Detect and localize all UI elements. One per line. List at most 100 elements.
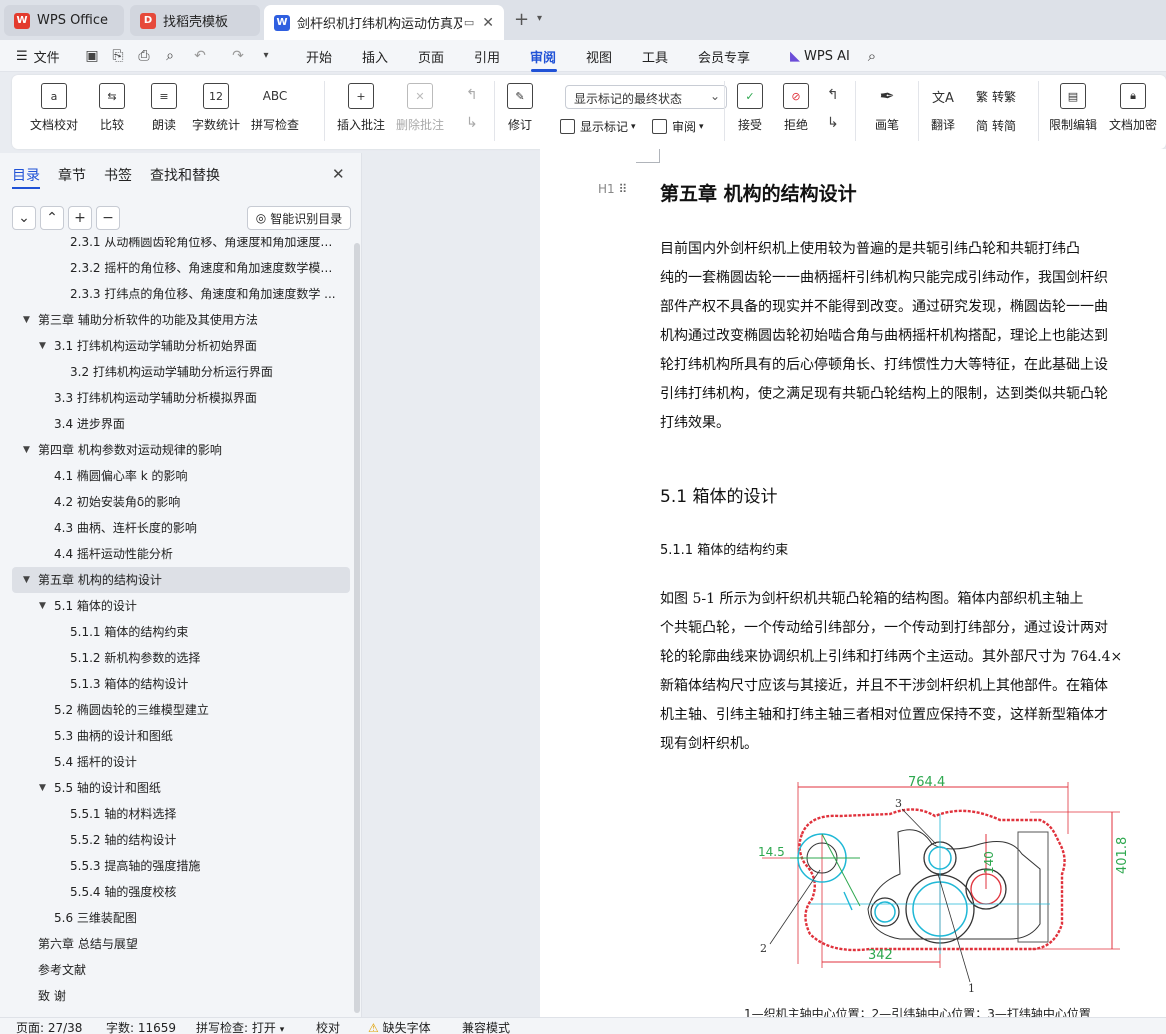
toc-item[interactable]: 3.1 打纬机构运动学辅助分析初始界面 — [54, 333, 342, 359]
next-comment-icon[interactable]: ↳ — [466, 115, 478, 131]
toc-item[interactable]: 4.2 初始安装角δ的影响 — [54, 489, 342, 515]
toc-item[interactable]: 5.5.3 提高轴的强度措施 — [70, 853, 342, 879]
expand-toggle-icon[interactable]: ▼ — [23, 437, 30, 463]
toc-item[interactable]: 5.6 三维装配图 — [54, 905, 342, 931]
export-icon[interactable]: ⎘ — [110, 48, 126, 64]
doc-check-button[interactable]: a 文档校对 — [30, 83, 78, 133]
menu-member[interactable]: 会员专享 — [698, 46, 750, 66]
toc-scrollbar[interactable] — [354, 243, 360, 1013]
toc-item[interactable]: 第五章 机构的结构设计 — [12, 567, 350, 593]
monitor-icon[interactable]: ▭ — [464, 16, 474, 29]
save-icon[interactable]: ▣ — [84, 48, 100, 64]
toc-item[interactable]: 2.3.2 摇杆的角位移、角速度和角加速度数学模型 ... — [70, 255, 342, 281]
toc-item[interactable]: 第六章 总结与展望 — [38, 931, 342, 957]
toc-item[interactable]: 参考文献 — [38, 957, 342, 983]
print-preview-icon[interactable]: ⌕ — [162, 48, 178, 64]
accept-button[interactable]: ✓ 接受 — [737, 83, 763, 133]
expand-toggle-icon[interactable]: ▼ — [23, 307, 30, 333]
previous-change-icon[interactable]: ↰ — [827, 87, 839, 103]
toc-item[interactable]: 5.1 箱体的设计 — [54, 593, 342, 619]
toc-item[interactable]: 5.5.4 轴的强度校核 — [70, 879, 342, 905]
smart-toc-button[interactable]: ◎ 智能识别目录 — [247, 206, 351, 230]
translate-button[interactable]: 文A 翻译 — [930, 83, 956, 133]
file-menu[interactable]: ☰ 文件 — [16, 46, 60, 66]
pen-button[interactable]: ✒ 画笔 — [874, 83, 900, 133]
remove-heading-button[interactable]: − — [96, 206, 120, 230]
insert-comment-button[interactable]: + 插入批注 — [337, 83, 385, 133]
tab-wps-office[interactable]: W WPS Office — [4, 5, 124, 36]
toc-item[interactable]: 5.1.1 箱体的结构约束 — [70, 619, 342, 645]
page-indicator[interactable]: 页面: 27/38 — [16, 1019, 82, 1034]
menu-insert[interactable]: 插入 — [362, 46, 388, 66]
word-count-indicator[interactable]: 字数: 11659 — [106, 1019, 176, 1034]
chevron-down-icon[interactable]: ▾ — [537, 13, 542, 24]
expand-toggle-icon[interactable]: ▼ — [23, 567, 30, 593]
toc-item[interactable]: 3.4 进步界面 — [54, 411, 342, 437]
print-icon[interactable]: ⎙ — [136, 48, 152, 64]
to-traditional-button[interactable]: 繁 转繁 — [976, 88, 1016, 105]
toc-item[interactable]: 5.5 轴的设计和图纸 — [54, 775, 342, 801]
toc-item[interactable]: 第三章 辅助分析软件的功能及其使用方法 — [38, 307, 342, 333]
nav-tab-toc[interactable]: 目录 — [12, 165, 40, 185]
nav-tab-sections[interactable]: 章节 — [58, 165, 86, 185]
next-change-icon[interactable]: ↳ — [827, 115, 839, 131]
read-aloud-button[interactable]: ≡ 朗读 — [151, 83, 177, 133]
restrict-edit-button[interactable]: ▤ 限制编辑 — [1049, 83, 1097, 133]
add-heading-button[interactable]: + — [68, 206, 92, 230]
menu-tools[interactable]: 工具 — [642, 46, 668, 66]
to-simplified-button[interactable]: 简 转简 — [976, 117, 1016, 134]
document-page[interactable]: H1 ⠿ 第五章 机构的结构设计 目前国内外剑杆织机上使用较为普遍的是共轭引纬凸… — [540, 149, 1166, 1017]
compare-button[interactable]: ⇆ 比较 — [99, 83, 125, 133]
menu-references[interactable]: 引用 — [474, 46, 500, 66]
wps-ai-button[interactable]: ◣ WPS AI — [790, 46, 850, 66]
nav-tab-bookmarks[interactable]: 书签 — [104, 165, 132, 185]
show-markup-button[interactable]: 显示标记 ▾ — [560, 118, 636, 135]
toc-item[interactable]: 5.3 曲柄的设计和图纸 — [54, 723, 342, 749]
toc-item[interactable]: 5.5.2 轴的结构设计 — [70, 827, 342, 853]
close-pane-icon[interactable]: ✕ — [332, 165, 345, 183]
toc-item[interactable]: 致 谢 — [38, 983, 342, 1009]
markup-state-select[interactable]: 显示标记的最终状态 ⌄ — [565, 85, 727, 109]
toc-item[interactable]: 第四章 机构参数对运动规律的影响 — [38, 437, 342, 463]
compat-mode-status[interactable]: 兼容模式 — [462, 1019, 510, 1034]
search-icon[interactable]: ⌕ — [864, 48, 880, 64]
review-pane-button[interactable]: 审阅 ▾ — [652, 118, 704, 135]
revise-button[interactable]: ✎ 修订 — [507, 83, 533, 133]
menu-view[interactable]: 视图 — [586, 46, 612, 66]
tab-current-document[interactable]: W 剑杆织机打纬机构运动仿真及 ▭ ✕ — [264, 5, 504, 40]
toc-item[interactable]: 3.3 打纬机构运动学辅助分析模拟界面 — [54, 385, 342, 411]
collapse-up-button[interactable]: ⌃ — [40, 206, 64, 230]
toc-item[interactable]: 5.1.3 箱体的结构设计 — [70, 671, 342, 697]
toc-item[interactable]: 2.3.1 从动椭圆齿轮角位移、角速度和角加速度数学模型 — [70, 237, 342, 255]
toc-item[interactable]: 5.5.1 轴的材料选择 — [70, 801, 342, 827]
toc-item[interactable]: 5.2 椭圆齿轮的三维模型建立 — [54, 697, 342, 723]
menu-page[interactable]: 页面 — [418, 46, 444, 66]
proof-status[interactable]: 校对 — [316, 1019, 340, 1034]
customize-chevron-icon[interactable]: ▾ — [258, 48, 274, 64]
toc-item[interactable]: 4.4 摇杆运动性能分析 — [54, 541, 342, 567]
previous-comment-icon[interactable]: ↰ — [466, 87, 478, 103]
expand-toggle-icon[interactable]: ▼ — [39, 593, 46, 619]
expand-toggle-icon[interactable]: ▼ — [39, 333, 46, 359]
close-tab-icon[interactable]: ✕ — [482, 15, 494, 31]
word-count-button[interactable]: 12 字数统计 — [192, 83, 240, 133]
toc-item[interactable]: 4.1 椭圆偏心率 k 的影响 — [54, 463, 342, 489]
undo-icon[interactable]: ↶ — [192, 48, 208, 64]
tab-docer-templates[interactable]: D 找稻壳模板 — [130, 5, 260, 36]
encrypt-button[interactable]: 🔒︎ 文档加密 — [1109, 83, 1157, 133]
new-tab-icon[interactable]: + — [514, 9, 529, 30]
spell-check-button[interactable]: ABC 拼写检查 — [251, 83, 299, 133]
menu-home[interactable]: 开始 — [306, 46, 332, 66]
reject-button[interactable]: ⊘ 拒绝 — [783, 83, 809, 133]
heading-level-marker[interactable]: H1 ⠿ — [598, 182, 627, 196]
delete-comment-button[interactable]: ✕ 删除批注 — [396, 83, 444, 133]
redo-icon[interactable]: ↷ — [230, 48, 246, 64]
missing-font-status[interactable]: ⚠ 缺失字体 — [368, 1019, 431, 1034]
collapse-down-button[interactable]: ⌄ — [12, 206, 36, 230]
toc-item[interactable]: 2.3.3 打纬点的角位移、角速度和角加速度数学 ... — [70, 281, 342, 307]
nav-tab-find-replace[interactable]: 查找和替换 — [150, 165, 220, 185]
toc-item[interactable]: 4.3 曲柄、连杆长度的影响 — [54, 515, 342, 541]
spell-check-status[interactable]: 拼写检查: 打开 ▾ — [196, 1019, 284, 1034]
menu-review[interactable]: 审阅 — [530, 46, 556, 66]
toc-item[interactable]: 3.2 打纬机构运动学辅助分析运行界面 — [70, 359, 342, 385]
